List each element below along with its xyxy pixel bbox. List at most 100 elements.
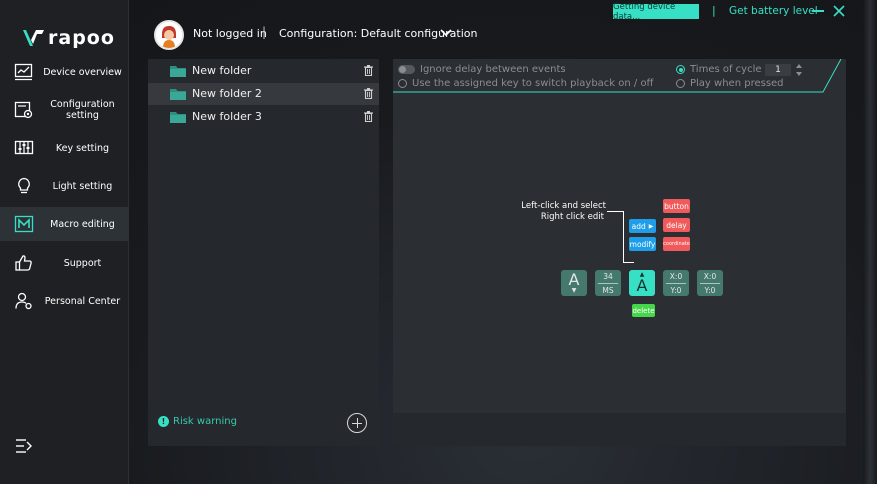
config-gear-icon: [14, 101, 33, 119]
device-status-badge: Getting device data...: [613, 2, 699, 22]
risk-warning[interactable]: ! Risk warning: [158, 416, 237, 427]
modify-menu-button[interactable]: modify: [629, 237, 656, 251]
stepper-arrows-icon[interactable]: [795, 63, 803, 77]
trash-icon[interactable]: [364, 65, 373, 76]
folder-name: New folder: [192, 64, 252, 77]
minimize-icon[interactable]: [812, 10, 824, 12]
folder-icon: [170, 66, 186, 77]
hint-right-click: Right click edit: [540, 212, 604, 222]
sidebar-item-macro-editing[interactable]: Macro editing: [0, 207, 129, 241]
delay-unit: MS: [602, 285, 614, 295]
macro-event-coordinate[interactable]: X:0 Y:0: [697, 270, 723, 296]
brand-logo: rapoo: [22, 27, 115, 49]
coord-x: X:0: [669, 271, 683, 281]
coord-y: Y:0: [670, 285, 682, 295]
ignore-delay-toggle[interactable]: Ignore delay between events: [398, 64, 566, 75]
tile-divider: [598, 282, 618, 284]
sidebar-item-label: Device overview: [43, 66, 122, 78]
macro-icon: [14, 215, 34, 233]
ignore-delay-label: Ignore delay between events: [420, 64, 566, 75]
delay-value: 34: [603, 271, 613, 281]
sidebar-item-label: Key setting: [55, 142, 110, 154]
cycle-count-input[interactable]: 1: [765, 64, 791, 76]
key-letter: A: [636, 276, 648, 295]
user-status[interactable]: Not logged in: [193, 27, 267, 40]
battery-level-link[interactable]: Get battery level: [729, 5, 818, 17]
coord-y: Y:0: [704, 285, 716, 295]
arrow-down-icon: ▼: [571, 287, 577, 294]
logo-mark-icon: [23, 30, 44, 46]
avatar-image: [156, 22, 182, 48]
folder-panel: New folder New folder 2 New folder 3 ! R…: [148, 59, 379, 446]
delete-event-button[interactable]: delete: [632, 304, 655, 317]
connector-line: [623, 211, 624, 263]
tile-divider: [700, 282, 720, 284]
times-of-cycle-option[interactable]: Times of cycle: [676, 64, 762, 75]
editor-footer: [393, 413, 846, 446]
thumbs-up-icon: [15, 255, 32, 271]
folder-icon: [170, 89, 186, 100]
trash-icon[interactable]: [364, 88, 373, 99]
folder-name: New folder 2: [192, 87, 262, 100]
folder-item[interactable]: New folder 2: [148, 83, 379, 105]
radio-button[interactable]: [676, 65, 685, 74]
play-when-pressed-label: Play when pressed: [690, 78, 784, 89]
chevron-down-icon[interactable]: [440, 29, 452, 37]
user-gear-icon: [15, 292, 32, 310]
folder-icon: [170, 112, 186, 123]
menu-expand-icon[interactable]: [15, 438, 33, 454]
hint-left-click: Left-click and select: [521, 201, 606, 211]
add-menu-button[interactable]: add ▶: [629, 219, 656, 233]
sidebar-item-label: Personal Center: [44, 295, 121, 307]
use-assigned-key-option[interactable]: Use the assigned key to switch playback …: [398, 78, 653, 89]
sidebar-item-label: Configuration setting: [50, 99, 115, 121]
topbar-divider: |: [712, 4, 716, 17]
tile-divider: [666, 282, 686, 284]
times-of-cycle-label: Times of cycle: [690, 64, 762, 75]
sidebar-item-label: Support: [63, 257, 102, 269]
caret-right-icon: ▶: [648, 222, 654, 230]
warning-icon: !: [158, 416, 169, 427]
sidebar-item-label: Light setting: [52, 180, 113, 192]
add-coordinate-event[interactable]: coordinate: [663, 237, 690, 251]
macro-event-delay[interactable]: 34 MS: [595, 270, 621, 296]
sidebar: rapoo Device overview Configuration sett…: [0, 0, 129, 484]
add-button-event[interactable]: button: [663, 199, 690, 213]
add-folder-button[interactable]: [347, 413, 367, 433]
sidebar-item-device-overview[interactable]: Device overview: [0, 55, 129, 89]
sidebar-item-support[interactable]: Support: [0, 246, 129, 280]
use-assigned-key-label: Use the assigned key to switch playback …: [412, 78, 654, 89]
sliders-icon: [14, 140, 34, 155]
sidebar-item-key-setting[interactable]: Key setting: [0, 131, 129, 165]
add-delay-event[interactable]: delay: [663, 218, 690, 232]
macro-event-key-down[interactable]: A ▼: [561, 270, 587, 296]
sidebar-item-label: Macro editing: [50, 218, 115, 230]
connector-line: [607, 211, 624, 212]
lightbulb-icon: [18, 177, 30, 194]
avatar[interactable]: [154, 20, 184, 50]
brand-name: rapoo: [48, 27, 115, 49]
radio-button[interactable]: [676, 79, 685, 88]
add-label: add: [631, 221, 646, 231]
chart-monitor-icon: [14, 63, 33, 81]
header-divider: |: [262, 25, 267, 39]
coord-x: X:0: [703, 271, 717, 281]
toggle-switch[interactable]: [398, 65, 415, 74]
play-when-pressed-option[interactable]: Play when pressed: [676, 78, 784, 89]
macro-event-coordinate[interactable]: X:0 Y:0: [663, 270, 689, 296]
sidebar-item-personal-center[interactable]: Personal Center: [0, 284, 129, 318]
connector-line: [623, 262, 634, 263]
key-letter: A: [568, 270, 580, 289]
folder-name: New folder 3: [192, 110, 262, 123]
macro-event-key-up[interactable]: ▲ A: [629, 270, 655, 296]
sidebar-item-configuration-setting[interactable]: Configuration setting: [0, 93, 129, 127]
close-icon[interactable]: [833, 5, 845, 17]
folder-item[interactable]: New folder 3: [148, 106, 379, 128]
sidebar-item-light-setting[interactable]: Light setting: [0, 169, 129, 203]
trash-icon[interactable]: [364, 111, 373, 122]
folder-item[interactable]: New folder: [148, 60, 379, 82]
macro-editor: [393, 59, 846, 413]
background-edge: [863, 0, 877, 484]
radio-button[interactable]: [398, 79, 407, 88]
risk-warning-label: Risk warning: [173, 416, 237, 427]
